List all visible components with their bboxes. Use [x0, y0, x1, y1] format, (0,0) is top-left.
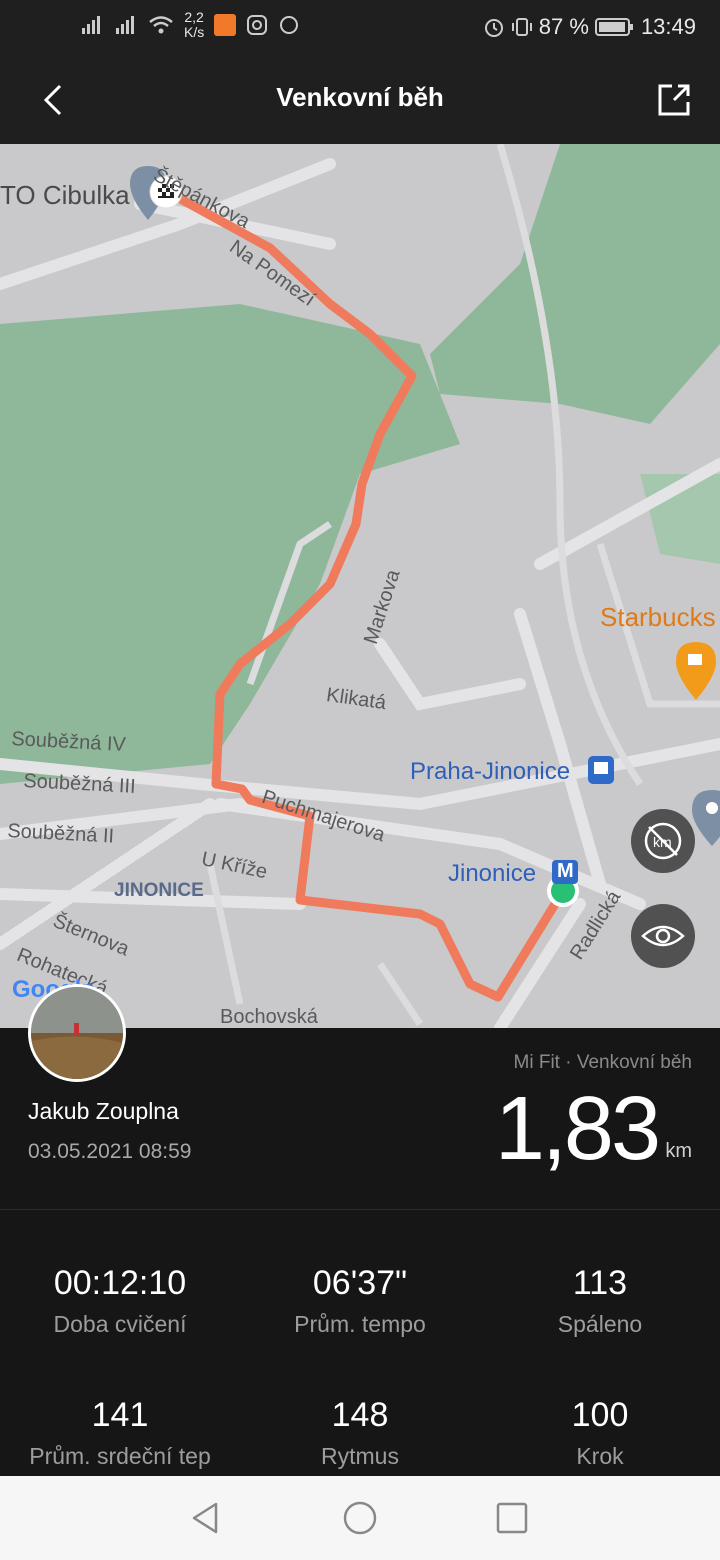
- net-speed: 2,2 K/s: [184, 9, 205, 40]
- stat-label: Prům. srdeční tep: [29, 1443, 211, 1469]
- stat-label: Spáleno: [557, 1311, 643, 1337]
- stat-label: Doba cvičení: [53, 1311, 187, 1337]
- workout-datetime: 03.05.2021 08:59: [28, 1140, 192, 1163]
- instagram-icon: [247, 15, 268, 35]
- route-map[interactable]: TO Cibulka Štěpánkova Na Pomezí Markova …: [0, 144, 720, 1028]
- map-label-praha-jinonice: Praha-Jinonice: [410, 758, 571, 785]
- battery-percent: 87 %: [538, 14, 589, 39]
- map-label-starbucks: Starbucks: [600, 602, 716, 632]
- km-off-icon: km: [644, 822, 682, 860]
- road: [377, 962, 423, 1026]
- page-title: Venkovní běh: [276, 82, 444, 112]
- stat-value: 100: [571, 1396, 629, 1434]
- map-label-jinonice-metro: Jinonice: [448, 860, 537, 887]
- stat-duration: 00:12:10 Doba cvičení: [0, 1264, 240, 1338]
- map-label-bochovska: Bochovská: [220, 1006, 318, 1028]
- stat-heart-rate: 141 Prům. srdeční tep: [0, 1396, 240, 1470]
- road: [514, 608, 606, 890]
- workout-source: Mi Fit · Venkovní běh: [513, 1052, 692, 1073]
- stat-label: Krok: [576, 1443, 624, 1469]
- battery-icon: [594, 18, 633, 36]
- signal-icon: [82, 16, 100, 34]
- home-circle-icon[interactable]: [342, 1500, 378, 1536]
- park-area: [0, 304, 460, 784]
- app-notification-icon: [214, 14, 237, 36]
- vibrate-icon: [511, 18, 532, 36]
- alarm-icon: [484, 19, 503, 37]
- hide-distance-button[interactable]: km: [631, 809, 695, 873]
- stats-grid: 00:12:10 Doba cvičení 06'37" Prům. tempo…: [0, 1210, 720, 1476]
- road: [374, 638, 526, 711]
- distance-unit: km: [665, 1140, 692, 1162]
- map-label-cibulka: TO Cibulka: [0, 180, 130, 210]
- status-bar: 2,2 K/s 87 % 13:49: [0, 0, 720, 56]
- stat-value: 06'37": [312, 1264, 408, 1302]
- avatar-photo: [31, 987, 123, 1079]
- user-name: Jakub Zouplna: [28, 1098, 179, 1124]
- visibility-button[interactable]: [631, 904, 695, 968]
- park-area: [430, 144, 720, 424]
- wifi-icon: [149, 16, 173, 34]
- back-triangle-icon[interactable]: [188, 1500, 224, 1536]
- cafe-icon: [676, 642, 716, 700]
- sync-circle-icon: [280, 16, 299, 34]
- stat-label: Prům. tempo: [294, 1311, 426, 1337]
- map-label-jinonice-area: JINONICE: [114, 880, 204, 901]
- stat-cadence: 148 Rytmus: [240, 1396, 480, 1470]
- app-bar: Venkovní běh: [0, 56, 720, 144]
- stat-label: Rytmus: [321, 1443, 399, 1469]
- stat-pace: 06'37" Prům. tempo: [240, 1264, 480, 1338]
- location-pin-icon: [692, 790, 720, 846]
- status-right: 87 % 13:49: [483, 14, 696, 40]
- stat-value: 148: [331, 1396, 389, 1434]
- stat-stride: 100 Krok: [480, 1396, 720, 1470]
- recents-square-icon[interactable]: [494, 1500, 530, 1536]
- stat-calories: 113 Spáleno: [480, 1264, 720, 1338]
- stat-value: 141: [91, 1396, 149, 1434]
- share-button[interactable]: [652, 78, 696, 122]
- clock: 13:49: [640, 14, 696, 39]
- signal-icon: [116, 16, 134, 34]
- stat-value: 00:12:10: [53, 1264, 187, 1302]
- system-nav-bar: [0, 1476, 720, 1560]
- avatar[interactable]: [28, 984, 126, 1082]
- share-external-icon: [658, 84, 690, 116]
- workout-summary: Jakub Zouplna 03.05.2021 08:59 Mi Fit · …: [0, 984, 720, 1210]
- metro-badge-letter: M: [557, 860, 574, 882]
- stat-value: 113: [572, 1264, 628, 1302]
- status-left: 2,2 K/s: [80, 10, 300, 40]
- road: [206, 863, 244, 1005]
- eye-icon: [641, 925, 685, 947]
- distance-value: 1,83: [494, 1079, 661, 1179]
